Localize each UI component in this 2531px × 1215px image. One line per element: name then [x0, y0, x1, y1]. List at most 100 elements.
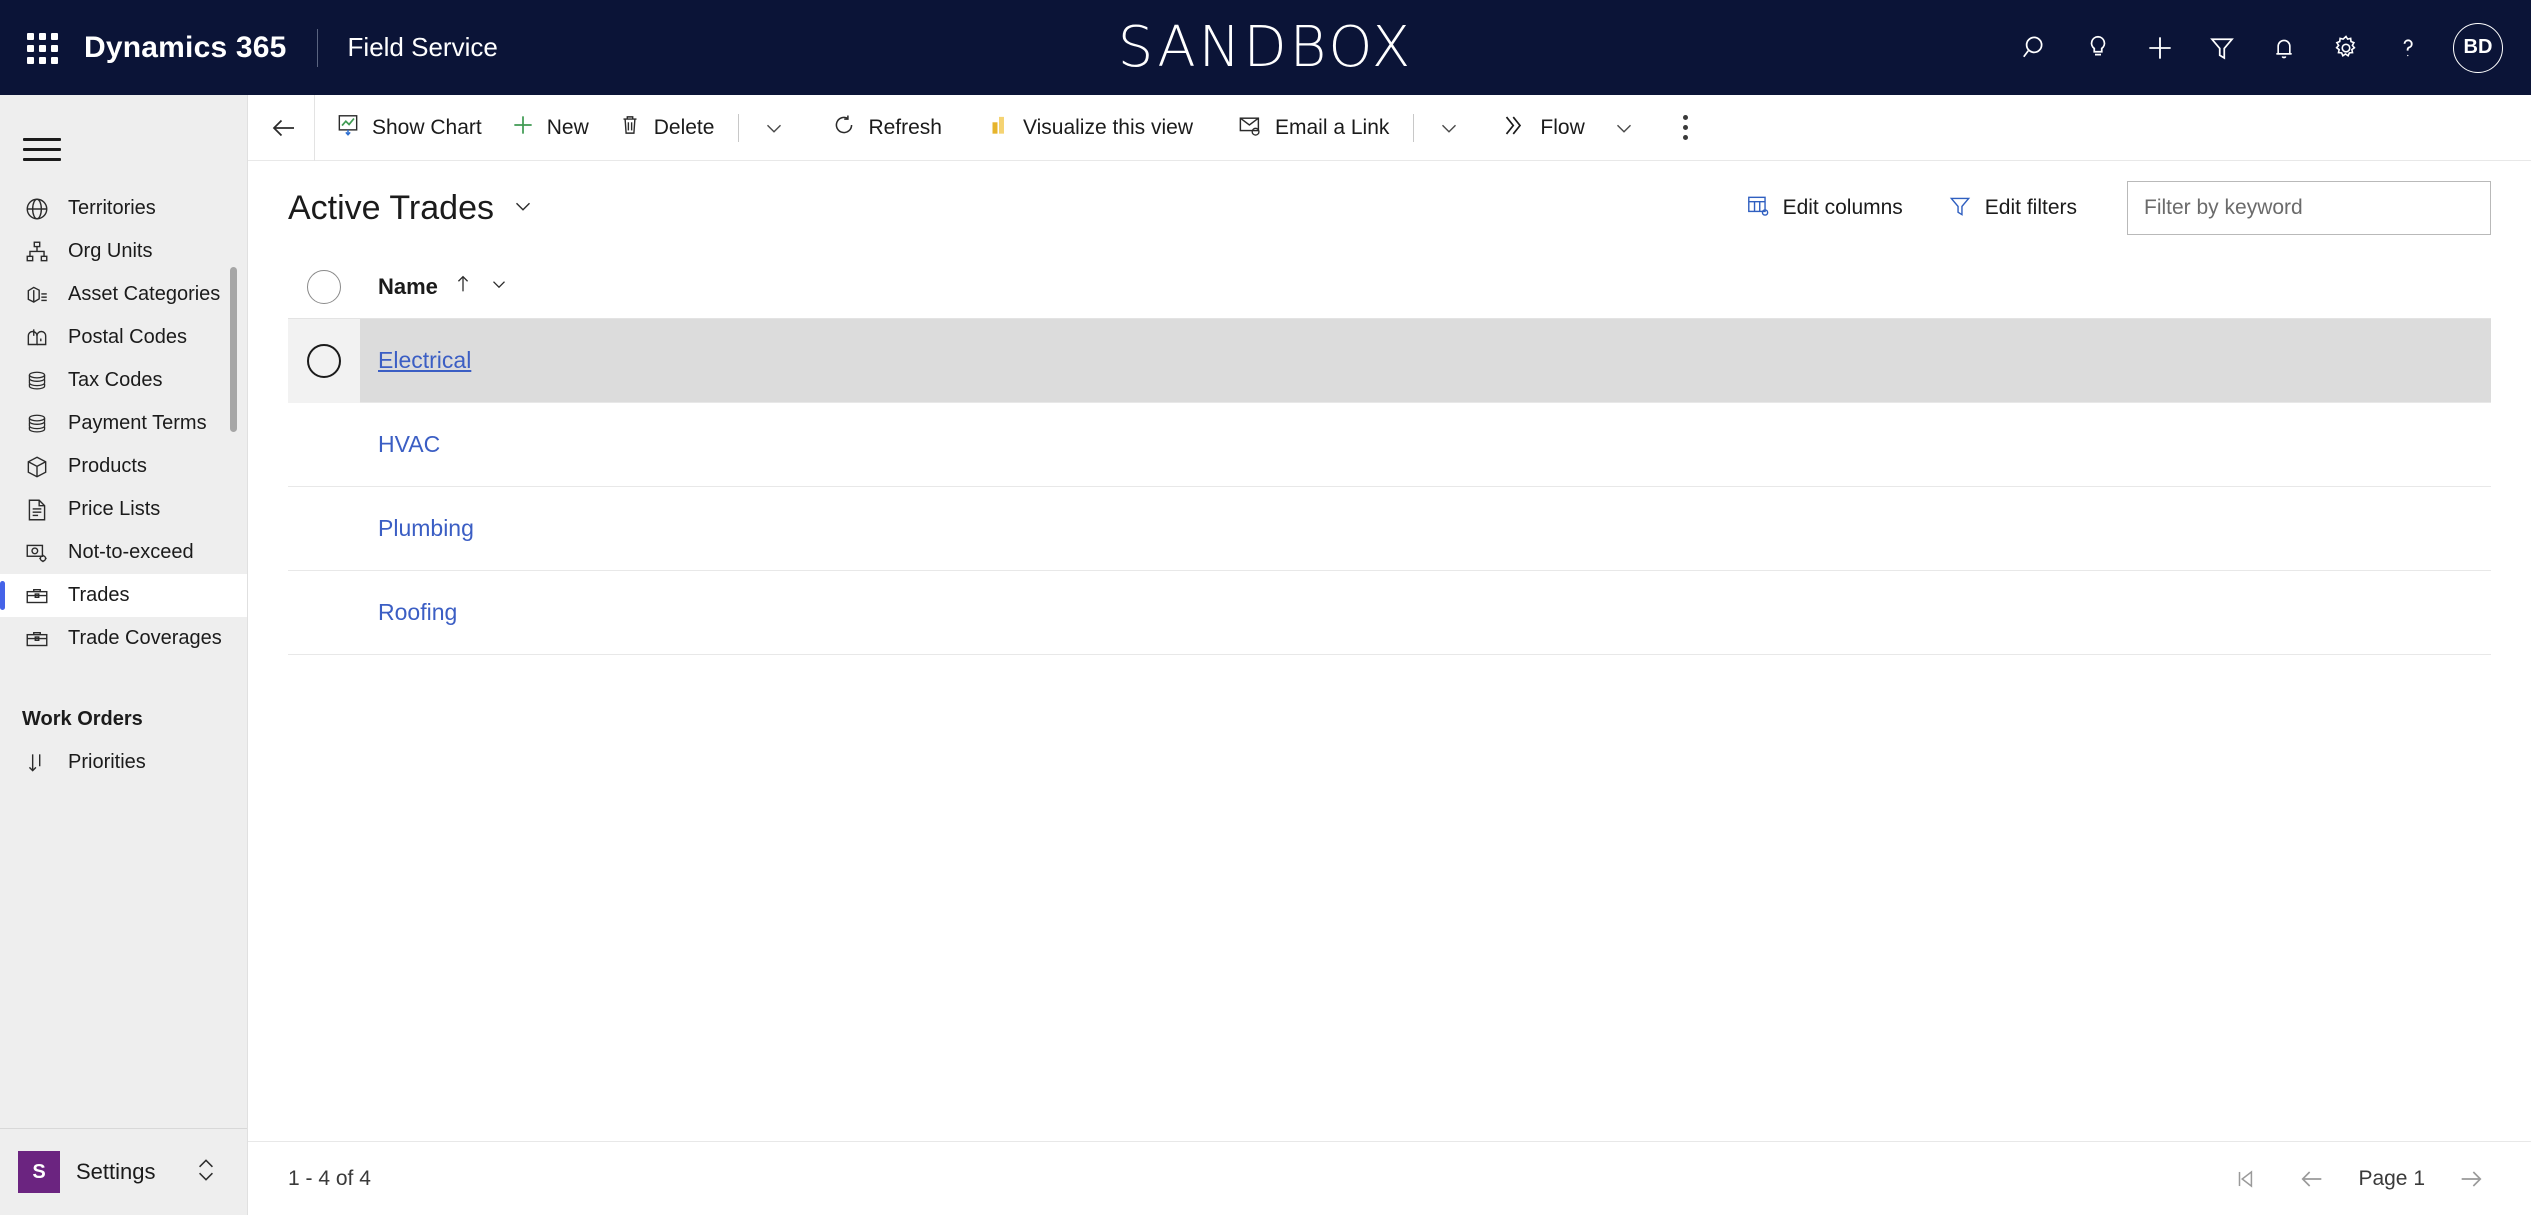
app-header: Dynamics 365 Field Service SANDBOX BD	[0, 0, 2531, 95]
refresh-icon	[831, 112, 857, 143]
sidebar-item-label: Not-to-exceed	[68, 541, 194, 563]
row-select-circle-icon[interactable]	[307, 343, 341, 378]
pagination: Page 1	[2226, 1159, 2491, 1199]
sidebar-item-org-units[interactable]: Org Units	[0, 230, 247, 273]
sidebar-item-label: Territories	[68, 197, 156, 219]
app-name[interactable]: Field Service	[348, 32, 498, 63]
settings-area-switcher[interactable]: S Settings	[0, 1128, 247, 1215]
sidebar-item-label: Asset Categories	[68, 283, 221, 305]
sidebar-item-trades[interactable]: Trades	[0, 574, 247, 617]
plus-icon[interactable]	[2129, 17, 2191, 79]
toolbox-icon	[22, 624, 52, 654]
email-a-link-button[interactable]: Email a Link	[1223, 101, 1403, 155]
select-all-cell[interactable]	[288, 269, 360, 304]
row-select-cell[interactable]	[288, 571, 360, 655]
table-row[interactable]: Roofing	[288, 571, 2491, 655]
email-a-link-label: Email a Link	[1275, 115, 1390, 139]
asset-box-icon	[22, 280, 52, 310]
row-name-link[interactable]: Electrical	[360, 347, 471, 374]
view-selector[interactable]: Active Trades	[288, 189, 536, 228]
question-icon[interactable]	[2377, 17, 2439, 79]
table-row[interactable]: Electrical	[288, 318, 2491, 403]
arrow-up-icon	[452, 273, 474, 300]
org-chart-icon	[22, 237, 52, 267]
view-actions: Edit columns Edit filters	[1727, 181, 2491, 235]
edit-columns-icon	[1745, 193, 1771, 224]
new-button[interactable]: New	[496, 101, 603, 155]
sidebar-item-price-lists[interactable]: Price Lists	[0, 488, 247, 531]
more-vertical-icon[interactable]	[1663, 101, 1709, 155]
filter-icon[interactable]	[2191, 17, 2253, 79]
row-select-cell[interactable]	[288, 487, 360, 571]
edit-filters-icon	[1947, 193, 1973, 224]
sidebar-item-priorities[interactable]: Priorities	[0, 741, 247, 784]
edit-filters-label: Edit filters	[1984, 196, 2077, 219]
row-name-link[interactable]: Roofing	[360, 599, 457, 626]
row-name-link[interactable]: HVAC	[360, 431, 440, 458]
gear-icon[interactable]	[2315, 17, 2377, 79]
flow-label: Flow	[1540, 115, 1585, 139]
toolbox-icon	[22, 581, 52, 611]
select-all-circle-icon[interactable]	[307, 269, 341, 304]
chevron-down-icon[interactable]	[510, 189, 536, 228]
sidebar-group-work-orders: Work Orders	[22, 708, 143, 730]
email-link-icon	[1237, 112, 1264, 144]
sidebar-item-postal-codes[interactable]: Postal Codes	[0, 316, 247, 359]
sidebar-item-territories[interactable]: Territories	[0, 187, 247, 230]
row-name-link[interactable]: Plumbing	[360, 515, 474, 542]
previous-page-icon[interactable]	[2292, 1159, 2332, 1199]
chart-icon	[335, 112, 361, 143]
plus-icon	[510, 112, 536, 143]
sidebar-item-not-to-exceed[interactable]: Not-to-exceed	[0, 531, 247, 574]
chevron-up-down-icon[interactable]	[193, 1155, 219, 1190]
column-header-name[interactable]: Name	[360, 273, 510, 300]
grid-footer: 1 - 4 of 4 Page 1	[248, 1141, 2531, 1215]
sidebar-item-payment-terms[interactable]: Payment Terms	[0, 402, 247, 445]
sidebar-item-label: Payment Terms	[68, 412, 207, 434]
first-page-icon[interactable]	[2226, 1159, 2266, 1199]
powerbi-bars-icon	[986, 112, 1012, 143]
back-arrow-icon[interactable]	[254, 101, 314, 155]
delete-button[interactable]: Delete	[603, 101, 729, 155]
sidebar-scrollbar[interactable]	[230, 267, 237, 432]
sort-down-icon	[22, 748, 52, 778]
sidebar-item-trade-coverages[interactable]: Trade Coverages	[0, 617, 247, 660]
row-select-cell[interactable]	[288, 403, 360, 487]
hamburger-menu-icon[interactable]	[16, 123, 68, 175]
chevron-down-icon[interactable]	[1424, 101, 1474, 155]
bell-icon[interactable]	[2253, 17, 2315, 79]
chevron-down-icon[interactable]	[749, 101, 799, 155]
data-grid: Name Electrical HVAC Plumbing Roofing	[248, 255, 2531, 655]
chevron-down-icon[interactable]	[488, 273, 510, 300]
sidebar-item-asset-categories[interactable]: Asset Categories	[0, 273, 247, 316]
money-gear-icon	[22, 538, 52, 568]
product-box-icon	[22, 452, 52, 482]
edit-columns-button[interactable]: Edit columns	[1727, 183, 1921, 234]
brand-title[interactable]: Dynamics 365	[84, 31, 287, 65]
sidebar-nav: Territories Org Units Asset Categories P…	[0, 187, 247, 1127]
edit-filters-button[interactable]: Edit filters	[1929, 183, 2095, 234]
refresh-button[interactable]: Refresh	[817, 101, 956, 155]
show-chart-button[interactable]: Show Chart	[321, 101, 496, 155]
table-row[interactable]: HVAC	[288, 403, 2491, 487]
trash-icon	[617, 112, 643, 143]
table-row[interactable]: Plumbing	[288, 487, 2491, 571]
next-page-icon[interactable]	[2451, 1159, 2491, 1199]
search-icon[interactable]	[2005, 17, 2067, 79]
sidebar-item-label: Org Units	[68, 240, 153, 262]
sidebar-item-tax-codes[interactable]: Tax Codes	[0, 359, 247, 402]
sidebar-item-label: Priorities	[68, 751, 146, 773]
flow-button[interactable]: Flow	[1488, 101, 1598, 155]
avatar[interactable]: BD	[2453, 22, 2503, 73]
visualize-this-view-button[interactable]: Visualize this view	[972, 101, 1207, 155]
search-box[interactable]	[2127, 181, 2491, 235]
lightbulb-icon[interactable]	[2067, 17, 2129, 79]
row-select-cell[interactable]	[288, 318, 360, 403]
search-input[interactable]	[2144, 196, 2474, 220]
command-separator-2	[1413, 113, 1415, 142]
record-count: 1 - 4 of 4	[288, 1166, 371, 1190]
app-launcher-icon[interactable]	[22, 28, 62, 68]
sidebar-item-products[interactable]: Products	[0, 445, 247, 488]
view-bar: Active Trades Edit columns Edit filters …	[248, 161, 2531, 255]
chevron-down-icon[interactable]	[1599, 101, 1649, 155]
